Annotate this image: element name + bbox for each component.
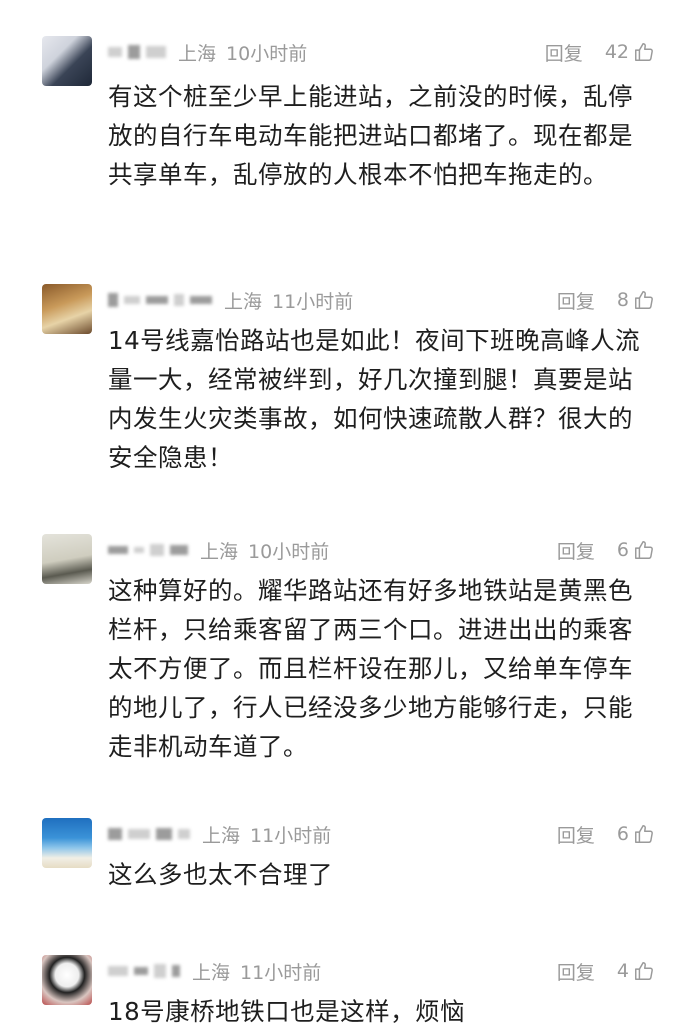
timestamp: 11小时前 (240, 961, 322, 984)
like-count: 6 (616, 539, 629, 561)
timestamp: 10小时前 (248, 540, 330, 563)
username-blurred[interactable] (108, 293, 212, 307)
like-button[interactable]: 4 (617, 960, 655, 982)
avatar[interactable] (42, 955, 92, 1005)
comment-meta: 上海 10小时前 回复 6 (108, 534, 655, 566)
timestamp: 10小时前 (226, 42, 308, 65)
avatar[interactable] (42, 284, 92, 334)
location-label: 上海 (178, 42, 217, 65)
like-count: 8 (616, 289, 629, 311)
thumbs-up-icon (635, 825, 653, 843)
timestamp: 11小时前 (250, 824, 332, 847)
location-label: 上海 (202, 824, 241, 847)
avatar[interactable] (42, 36, 92, 86)
avatar[interactable] (42, 534, 92, 584)
username-blurred[interactable] (108, 828, 190, 840)
like-button[interactable]: 6 (617, 823, 655, 845)
comment-text: 18号康桥地铁口也是这样，烦恼 (108, 997, 466, 1026)
like-count: 4 (616, 960, 629, 982)
like-count: 6 (616, 823, 629, 845)
thumbs-up-icon (635, 962, 653, 980)
comment-text: 14号线嘉怡路站也是如此！夜间下班晚高峰人流量一大，经常被绊到，好几次撞到腿！真… (108, 326, 641, 472)
comment-text: 这么多也太不合理了 (108, 860, 333, 889)
comment-meta: 上海 11小时前 回复 6 (108, 818, 655, 850)
comment-text: 这种算好的。耀华路站还有好多地铁站是黄黑色栏杆，只给乘客留了两三个口。进进出出的… (108, 576, 633, 761)
username-blurred[interactable] (108, 544, 188, 556)
reply-button[interactable]: 回复 (557, 958, 595, 985)
reply-button[interactable]: 回复 (545, 39, 583, 66)
thumbs-up-icon (635, 541, 653, 559)
like-button[interactable]: 42 (605, 41, 655, 63)
like-count: 42 (604, 41, 629, 63)
thumbs-up-icon (635, 291, 653, 309)
like-button[interactable]: 6 (617, 539, 655, 561)
comment-feed: 上海 10小时前 回复 42 有这个桩至少早上能进站，之前没的时候，乱停放的自行… (0, 0, 693, 1030)
avatar[interactable] (42, 818, 92, 868)
location-label: 上海 (192, 961, 231, 984)
reply-button[interactable]: 回复 (557, 287, 595, 314)
comment-meta: 上海 11小时前 回复 4 (108, 955, 655, 987)
location-label: 上海 (224, 290, 263, 313)
timestamp: 11小时前 (272, 290, 354, 313)
like-button[interactable]: 8 (617, 289, 655, 311)
thumbs-up-icon (635, 43, 653, 61)
location-label: 上海 (200, 540, 239, 563)
comment-meta: 上海 10小时前 回复 42 (108, 36, 655, 68)
username-blurred[interactable] (108, 964, 180, 978)
comment-meta: 上海 11小时前 回复 8 (108, 284, 655, 316)
reply-button[interactable]: 回复 (557, 537, 595, 564)
username-blurred[interactable] (108, 45, 166, 59)
comment-text: 有这个桩至少早上能进站，之前没的时候，乱停放的自行车电动车能把进站口都堵了。现在… (108, 82, 633, 189)
reply-button[interactable]: 回复 (557, 821, 595, 848)
